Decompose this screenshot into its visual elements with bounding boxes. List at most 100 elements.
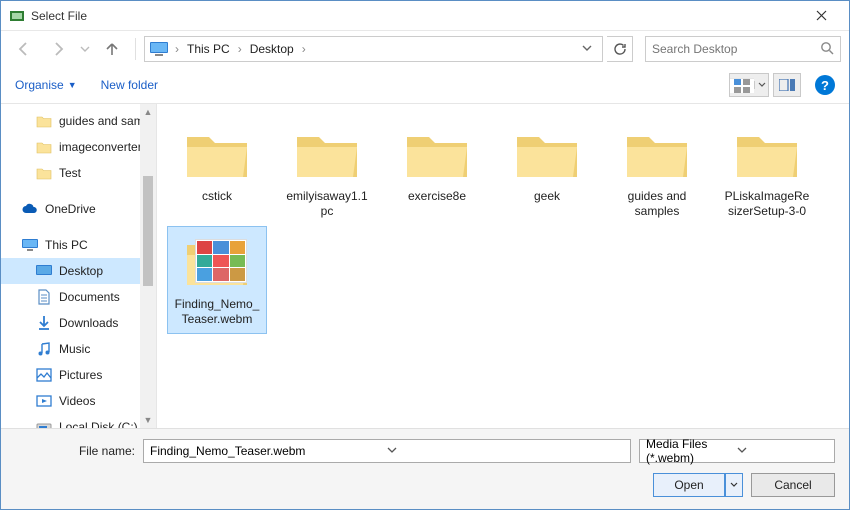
file-item[interactable]: PLiskaImageResizerSetup-3-0 (717, 118, 817, 226)
file-label: exercise8e (408, 189, 466, 204)
tree-item-local-disk[interactable]: Local Disk (C:) (1, 414, 156, 428)
tree-label: OneDrive (45, 202, 96, 216)
organize-menu[interactable]: Organise ▼ (15, 78, 77, 92)
folder-icon (401, 125, 473, 183)
app-icon (9, 8, 25, 24)
folder-icon (181, 233, 253, 291)
file-item[interactable]: exercise8e (387, 118, 487, 226)
file-label: emilyisaway1.1 pc (282, 189, 372, 219)
organize-label: Organise (15, 78, 64, 92)
tree-item[interactable]: Test (1, 160, 156, 186)
downloads-icon (35, 315, 53, 331)
documents-icon (35, 289, 53, 305)
close-button[interactable] (801, 3, 841, 29)
tree-label: Downloads (59, 316, 118, 330)
tree-item-pictures[interactable]: Pictures (1, 362, 156, 388)
monitor-icon (21, 237, 39, 253)
folder-icon (35, 139, 53, 155)
folder-icon (511, 125, 583, 183)
tree-item[interactable]: imageconverterc (1, 134, 156, 160)
file-label: Finding_Nemo_Teaser.webm (172, 297, 262, 327)
tree-item-onedrive[interactable]: OneDrive (1, 196, 156, 222)
filename-value: Finding_Nemo_Teaser.webm (150, 444, 387, 458)
tree-label: imageconverterc (59, 140, 148, 154)
disk-icon (35, 419, 53, 428)
filetype-filter[interactable]: Media Files (*.webm) (639, 439, 835, 463)
filter-value: Media Files (*.webm) (646, 437, 737, 465)
nav-separator (135, 38, 136, 60)
tree-item-desktop[interactable]: Desktop (1, 258, 156, 284)
cancel-button[interactable]: Cancel (751, 473, 835, 497)
thumbnails-icon (730, 78, 754, 93)
file-item[interactable]: guides and samples (607, 118, 707, 226)
help-button[interactable]: ? (815, 75, 835, 95)
tree-label: Videos (59, 394, 95, 408)
file-label: PLiskaImageResizerSetup-3-0 (722, 189, 812, 219)
file-item[interactable]: emilyisaway1.1 pc (277, 118, 377, 226)
filename-combo[interactable]: Finding_Nemo_Teaser.webm (143, 439, 631, 463)
scroll-down-icon[interactable]: ▼ (140, 412, 156, 428)
tree-label: Music (59, 342, 90, 356)
forward-button[interactable] (43, 34, 73, 64)
open-dropdown[interactable] (725, 473, 743, 497)
open-button-group: Open (653, 473, 743, 497)
recent-dropdown[interactable] (77, 34, 93, 64)
search-box[interactable] (645, 36, 841, 62)
music-icon (35, 341, 53, 357)
sidebar: guides and samp imageconverterc Test One… (1, 104, 157, 428)
file-grid[interactable]: cstick emilyisaway1.1 pc exercise8e geek gui… (157, 104, 849, 428)
view-mode-button[interactable] (729, 73, 769, 97)
cloud-icon (21, 201, 39, 217)
refresh-button[interactable] (607, 36, 633, 62)
toolbar: Organise ▼ New folder ? (1, 67, 849, 103)
window-title: Select File (31, 9, 801, 23)
file-item[interactable]: Finding_Nemo_Teaser.webm (167, 226, 267, 334)
new-folder-button[interactable]: New folder (101, 78, 158, 92)
tree-label: Pictures (59, 368, 102, 382)
folder-icon (731, 125, 803, 183)
tree-label: This PC (45, 238, 88, 252)
main-area: guides and samp imageconverterc Test One… (1, 103, 849, 428)
file-item[interactable]: cstick (167, 118, 267, 226)
tree-item-downloads[interactable]: Downloads (1, 310, 156, 336)
folder-icon (291, 125, 363, 183)
address-dropdown[interactable] (576, 42, 598, 56)
chevron-down-icon[interactable] (737, 444, 828, 458)
file-label: guides and samples (612, 189, 702, 219)
videos-icon (35, 393, 53, 409)
chevron-right-icon: › (300, 42, 308, 56)
footer-panel: File name: Finding_Nemo_Teaser.webm Medi… (1, 428, 849, 509)
chevron-down-icon[interactable] (387, 444, 624, 458)
up-button[interactable] (97, 34, 127, 64)
tree-label: Documents (59, 290, 120, 304)
address-bar[interactable]: › This PC › Desktop › (144, 36, 603, 62)
nav-row: › This PC › Desktop › (1, 31, 849, 67)
open-button[interactable]: Open (653, 473, 725, 497)
tree-item-documents[interactable]: Documents (1, 284, 156, 310)
search-input[interactable] (652, 42, 820, 56)
tree-item-videos[interactable]: Videos (1, 388, 156, 414)
breadcrumb-root[interactable]: This PC (185, 42, 232, 56)
sidebar-scrollbar[interactable]: ▲ ▼ (140, 104, 156, 428)
tree-label: Desktop (59, 264, 103, 278)
back-button[interactable] (9, 34, 39, 64)
chevron-down-icon: ▼ (68, 80, 77, 90)
preview-pane-button[interactable] (773, 73, 801, 97)
folder-icon (181, 125, 253, 183)
file-label: cstick (202, 189, 232, 204)
thumbnail-grid-icon (195, 239, 247, 283)
pictures-icon (35, 367, 53, 383)
tree-item-music[interactable]: Music (1, 336, 156, 362)
tree-item[interactable]: guides and samp (1, 108, 156, 134)
scroll-up-icon[interactable]: ▲ (140, 104, 156, 120)
tree-item-thispc[interactable]: This PC (1, 232, 156, 258)
folder-icon (35, 165, 53, 181)
monitor-icon (149, 40, 169, 58)
file-label: geek (534, 189, 560, 204)
file-item[interactable]: geek (497, 118, 597, 226)
tree-label: Local Disk (C:) (59, 420, 138, 428)
scroll-thumb[interactable] (143, 176, 153, 286)
chevron-down-icon[interactable] (754, 81, 768, 89)
breadcrumb-folder[interactable]: Desktop (248, 42, 296, 56)
chevron-right-icon: › (236, 42, 244, 56)
